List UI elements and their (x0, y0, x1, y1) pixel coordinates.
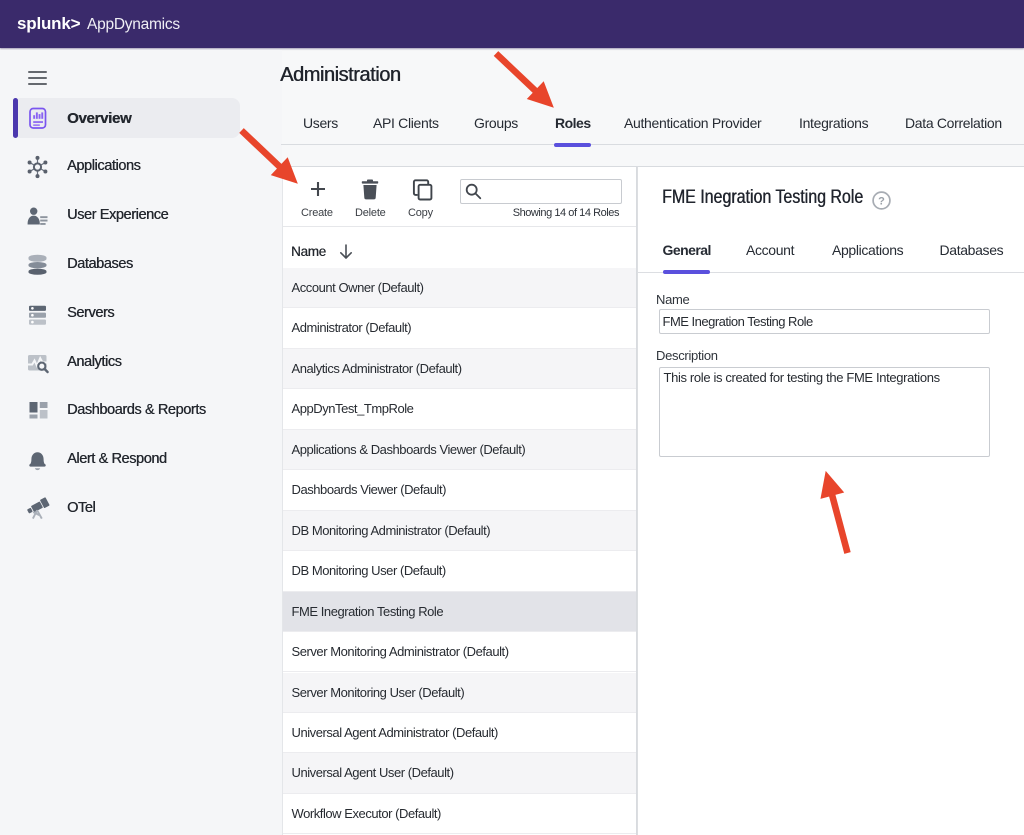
svg-text:?: ? (878, 195, 885, 207)
